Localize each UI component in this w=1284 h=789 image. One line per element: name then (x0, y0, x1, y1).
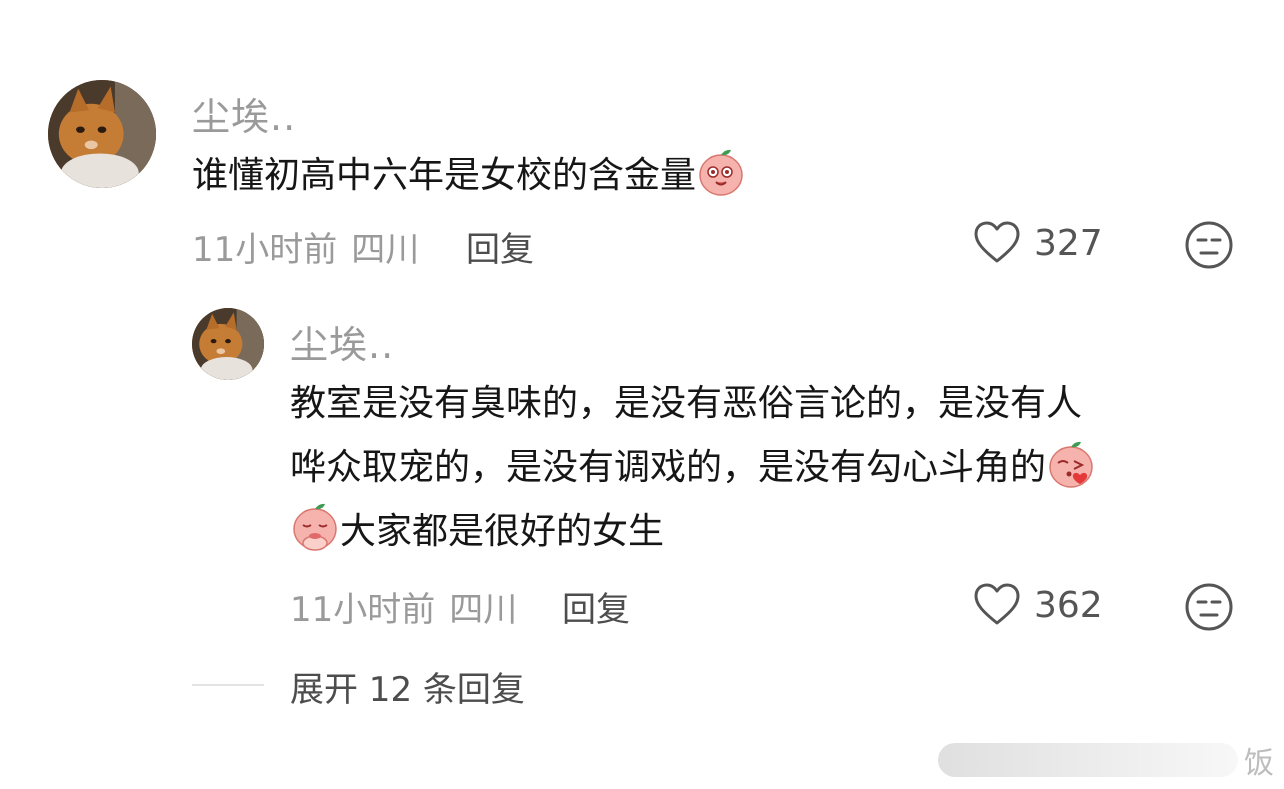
reply-line-1: 教室是没有臭味的，是没有恶俗言论的，是没有人 (290, 383, 1083, 424)
comment-body: 谁懂初高中六年是女校的含金量 (192, 155, 697, 196)
expand-replies-button[interactable]: 展开 12 条回复 (290, 662, 525, 711)
reply-line-2: 哗众取宠的，是没有调戏的，是没有勾心斗角的 (290, 436, 1230, 500)
reply-time: 11小时前 (290, 590, 436, 630)
heart-icon (974, 583, 1020, 625)
watermark-text: 饭 (1244, 746, 1274, 781)
like-button[interactable]: 327 (972, 218, 1103, 268)
peach-pray-emoji-icon (290, 503, 340, 553)
avatar[interactable] (48, 80, 156, 188)
neutral-face-icon (1185, 221, 1233, 269)
neutral-face-icon (1185, 583, 1233, 631)
comment-location: 四川 (351, 230, 420, 270)
reply-button[interactable]: 回复 (466, 222, 534, 271)
like-button[interactable]: 362 (972, 580, 1103, 630)
dislike-button[interactable] (1184, 220, 1234, 270)
reply-line-3: 大家都是很好的女生 (290, 500, 1230, 564)
comment-time: 11小时前 (192, 230, 338, 270)
comment-meta: 11小时前 四川 (192, 222, 419, 271)
cat-avatar-icon (192, 308, 264, 380)
like-count: 327 (1034, 222, 1103, 264)
watermark: 饭 (938, 738, 1274, 782)
comment-text: 谁懂初高中六年是女校的含金量 (192, 144, 746, 208)
reply-meta: 11小时前 四川 (290, 582, 517, 631)
peach-shy-emoji-icon (696, 147, 746, 197)
reply-line-2-text: 哗众取宠的，是没有调戏的，是没有勾心斗角的 (290, 447, 1047, 488)
watermark-bar (938, 743, 1238, 777)
reply-location: 四川 (449, 590, 518, 630)
dislike-button[interactable] (1184, 582, 1234, 632)
reply-username[interactable]: 尘埃.. (290, 314, 394, 369)
comment-username[interactable]: 尘埃.. (192, 86, 296, 141)
cat-avatar-icon (48, 80, 156, 188)
peach-kiss-emoji-icon (1046, 439, 1096, 489)
reply-button[interactable]: 回复 (562, 582, 630, 631)
reply-line-3-text: 大家都是很好的女生 (340, 511, 665, 552)
expand-divider (192, 684, 264, 686)
avatar[interactable] (192, 308, 264, 380)
reply-text: 教室是没有臭味的，是没有恶俗言论的，是没有人 哗众取宠的，是没有调戏的，是没有勾… (290, 372, 1230, 564)
heart-icon (974, 221, 1020, 263)
like-count: 362 (1034, 584, 1103, 626)
